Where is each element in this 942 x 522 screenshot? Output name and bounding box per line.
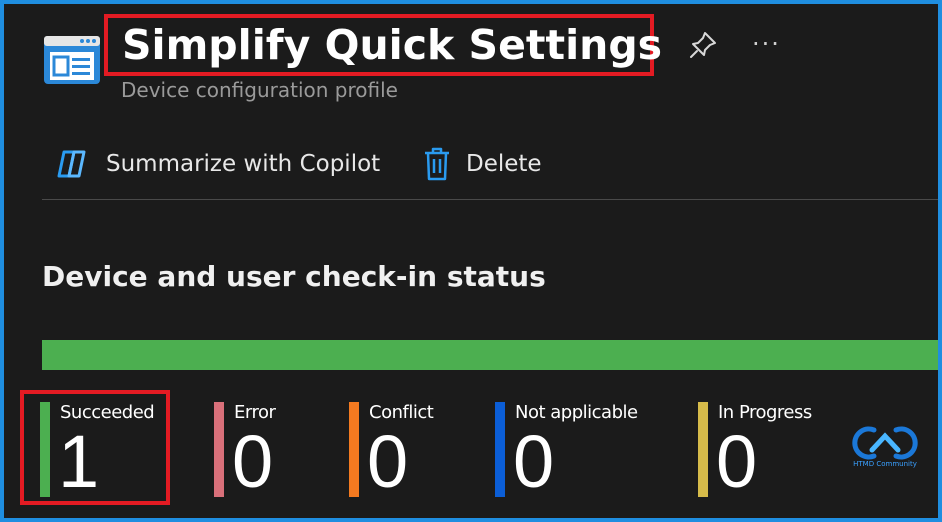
page-subtitle: Device configuration profile [121,78,398,102]
page-frame: Simplify Quick Settings ··· Device confi… [4,4,938,518]
succeeded-highlight-box [20,390,170,505]
checkin-status-bar [42,340,938,370]
stat-stripe [349,402,359,497]
more-options-icon[interactable]: ··· [752,32,781,56]
stat-stripe [698,402,708,497]
page-title: Simplify Quick Settings [122,21,663,69]
copilot-icon [57,150,86,178]
watermark-text: HTMD Community [853,460,917,468]
copilot-label: Summarize with Copilot [106,151,381,177]
delete-button[interactable]: Delete [422,144,542,184]
stat-count: 0 [716,420,758,503]
toolbar-divider [42,199,938,200]
section-title: Device and user check-in status [42,260,546,293]
stat-count: 0 [367,420,409,503]
stat-stripe [214,402,224,497]
stat-count: 0 [232,420,274,503]
delete-label: Delete [466,151,542,177]
stat-count: 0 [513,420,555,503]
trash-icon [425,147,449,181]
summarize-copilot-button[interactable]: Summarize with Copilot [56,144,380,184]
pin-icon[interactable] [686,28,720,62]
device-profile-icon [44,36,100,84]
stat-stripe [495,402,505,497]
